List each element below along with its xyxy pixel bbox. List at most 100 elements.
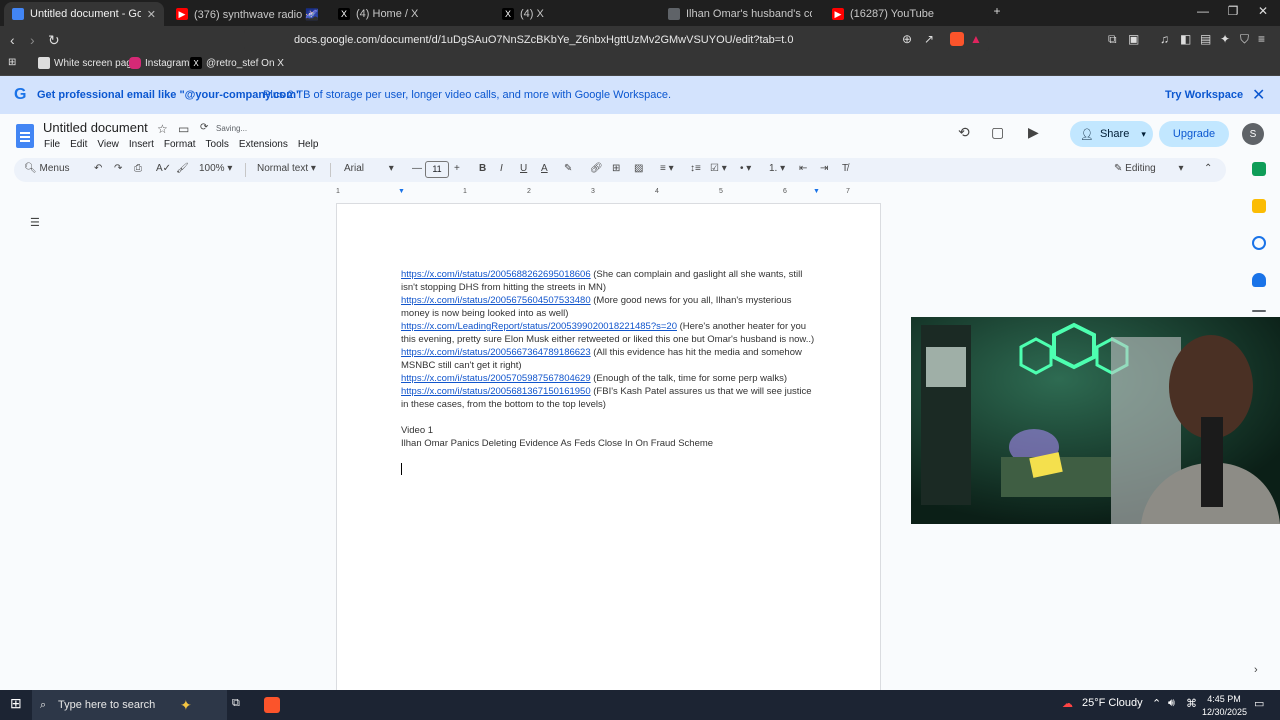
link[interactable]: https://x.com/i/status/20056756045075334… <box>401 295 591 306</box>
increase-size-icon[interactable]: + <box>454 163 460 174</box>
decrease-size-icon[interactable]: — <box>412 163 422 174</box>
wallet-icon[interactable]: ▤ <box>1200 32 1214 46</box>
menu-view[interactable]: View <box>97 139 119 150</box>
document-page[interactable]: https://x.com/i/status/20056882626950186… <box>336 203 881 690</box>
expand-side-panel-icon[interactable]: › <box>1254 664 1258 676</box>
reload-icon[interactable]: ↻ <box>48 32 60 49</box>
task-view-icon[interactable]: ⧉ <box>232 697 240 710</box>
link[interactable]: https://x.com/LeadingReport/status/20053… <box>401 321 677 332</box>
menu-extensions[interactable]: Extensions <box>239 139 288 150</box>
underline-icon[interactable]: U <box>520 163 527 174</box>
menu-insert[interactable]: Insert <box>129 139 154 150</box>
notifications-icon[interactable]: ▭ <box>1254 697 1264 710</box>
bold-icon[interactable]: B <box>479 163 486 174</box>
vpn-icon[interactable]: ⛉ <box>1240 32 1254 46</box>
link-icon[interactable]: 🔗︎ <box>590 163 603 174</box>
document-outline-icon[interactable]: ☰ <box>30 216 44 229</box>
new-tab-button[interactable]: + <box>982 4 1012 18</box>
zoom-select[interactable]: 100% ▾ <box>199 163 232 174</box>
italic-icon[interactable]: I <box>500 163 503 174</box>
tab-x[interactable]: X (4) X <box>494 2 654 26</box>
avatar[interactable]: S <box>1242 123 1264 145</box>
menu-tools[interactable]: Tools <box>206 139 229 150</box>
decrease-indent-icon[interactable]: ⇤ <box>799 163 807 174</box>
checklist-icon[interactable]: ☑ ▾ <box>710 163 727 174</box>
menu-icon[interactable]: ≡ <box>1258 32 1272 46</box>
star-icon[interactable]: ☆ <box>157 122 168 136</box>
tab-google-docs[interactable]: Untitled document - Google Docs ✕ <box>4 2 164 26</box>
menu-edit[interactable]: Edit <box>70 139 87 150</box>
docs-logo-icon[interactable] <box>16 124 34 148</box>
upgrade-button[interactable]: Upgrade <box>1159 121 1229 147</box>
sidebar-icon[interactable]: ◧ <box>1180 32 1194 46</box>
restore-button[interactable]: ❐ <box>1218 4 1248 18</box>
insert-image-icon[interactable]: ▨ <box>634 163 643 174</box>
history-icon[interactable]: ⟲ <box>958 124 970 141</box>
forward-icon[interactable]: › <box>30 32 35 48</box>
comments-icon[interactable]: ▢ <box>991 124 1004 141</box>
editing-mode-select[interactable]: ✎ Editing ▾ <box>1114 163 1184 174</box>
tab-youtube[interactable]: ▶ (16287) YouTube <box>824 2 984 26</box>
search-menus-button[interactable]: 🔍︎ Menus <box>24 163 70 174</box>
extensions-icon[interactable]: ⧉ <box>1108 32 1122 46</box>
bookmark-white-screen[interactable]: White screen page <box>38 57 137 69</box>
line-spacing-icon[interactable]: ↕≡ <box>690 163 701 174</box>
try-workspace-button[interactable]: Try Workspace <box>1165 89 1243 101</box>
clear-format-icon[interactable]: T̸ <box>842 163 848 174</box>
tab-x-home[interactable]: X (4) Home / X <box>330 2 490 26</box>
increase-indent-icon[interactable]: ⇥ <box>820 163 828 174</box>
chevron-up-icon[interactable]: ⌃ <box>1152 697 1161 710</box>
link[interactable]: https://x.com/i/status/20056813671501619… <box>401 386 591 397</box>
tab-synthwave[interactable]: ▶ (376) synthwave radio 🌌 beats t <box>168 2 318 26</box>
font-size-input[interactable]: 11 <box>425 161 449 178</box>
brave-rewards-icon[interactable]: ▲ <box>970 32 984 46</box>
back-icon[interactable]: ‹ <box>10 32 15 48</box>
close-icon[interactable]: ✕ <box>1252 85 1265 105</box>
paint-format-icon[interactable]: 🖌︎ <box>176 163 189 174</box>
brave-browser-icon[interactable] <box>264 697 280 713</box>
link[interactable]: https://x.com/i/status/20057059875678046… <box>401 373 591 384</box>
weather-label[interactable]: 25°F Cloudy <box>1082 697 1143 709</box>
document-body[interactable]: https://x.com/i/status/20056882626950186… <box>401 268 821 479</box>
align-icon[interactable]: ≡ ▾ <box>660 163 674 174</box>
chevron-up-icon[interactable]: ⌃ <box>1204 163 1212 174</box>
clock-date[interactable]: 12/30/2025 <box>1202 707 1247 717</box>
bookmark-instagram[interactable]: Instagram <box>129 57 189 69</box>
move-folder-icon[interactable]: ▭ <box>178 122 189 136</box>
leo-icon[interactable]: ✦ <box>1220 32 1234 46</box>
print-icon[interactable]: ⎙ <box>134 163 142 174</box>
screenshot-icon[interactable]: ▣ <box>1128 32 1142 46</box>
close-window-button[interactable]: ✕ <box>1248 4 1278 18</box>
bookmark-retro-stef[interactable]: X @retro_stef On X <box>190 57 284 69</box>
indent-marker-icon[interactable]: ▼ <box>398 188 405 195</box>
right-margin-marker-icon[interactable]: ▼ <box>813 188 820 195</box>
style-select[interactable]: Normal text ▾ <box>257 163 316 174</box>
bullet-list-icon[interactable]: • ▾ <box>740 163 751 174</box>
font-select[interactable]: Arial ▾ <box>344 163 394 174</box>
tab-ilhan-omar[interactable]: Ilhan Omar's husband's companies s <box>660 2 820 26</box>
redo-icon[interactable]: ↷ <box>114 163 122 174</box>
menu-file[interactable]: File <box>44 139 60 150</box>
network-icon[interactable]: ⌘ <box>1186 697 1197 710</box>
numbered-list-icon[interactable]: 1. ▾ <box>769 163 785 174</box>
chevron-down-icon[interactable]: ▾ <box>1141 129 1146 140</box>
menu-help[interactable]: Help <box>298 139 319 150</box>
document-title[interactable]: Untitled document <box>43 120 148 135</box>
install-icon[interactable]: ⊕ <box>902 32 916 46</box>
link[interactable]: https://x.com/i/status/20056673647891866… <box>401 347 591 358</box>
undo-icon[interactable]: ↶ <box>94 163 102 174</box>
calendar-icon[interactable] <box>1252 162 1266 176</box>
text-color-icon[interactable]: A <box>541 163 548 174</box>
spellcheck-icon[interactable]: A✓ <box>156 163 171 174</box>
address-bar[interactable]: docs.google.com/document/d/1uDgSAuO7NnSZ… <box>244 29 989 51</box>
brave-shield-icon[interactable] <box>950 32 964 46</box>
windows-start-icon[interactable]: ⊞ <box>10 695 22 712</box>
weather-icon[interactable]: ☁ <box>1062 697 1073 710</box>
apps-icon[interactable]: ⊞ <box>8 57 16 68</box>
share-button[interactable]: 👤︎ Share ▾ <box>1070 121 1153 147</box>
menu-format[interactable]: Format <box>164 139 196 150</box>
tasks-icon[interactable] <box>1252 236 1266 250</box>
add-comment-icon[interactable]: ⊞ <box>612 163 620 174</box>
minimize-button[interactable]: — <box>1188 4 1218 18</box>
media-icon[interactable]: ♫ <box>1160 32 1174 46</box>
